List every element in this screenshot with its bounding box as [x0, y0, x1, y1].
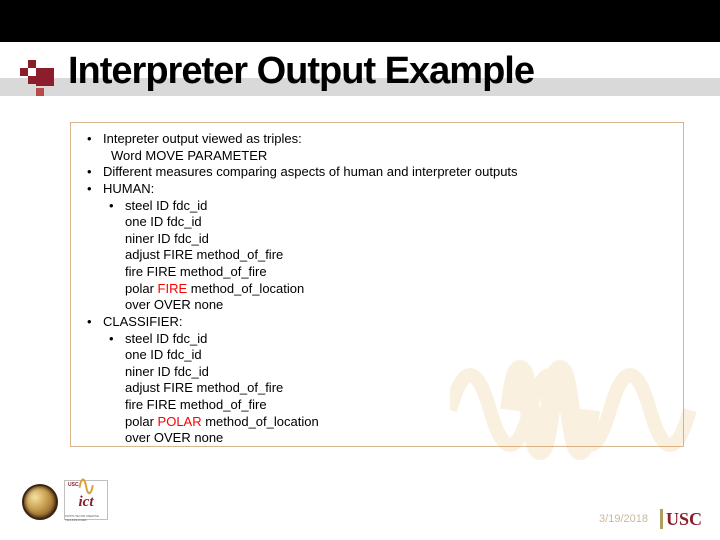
bullet-text: Different measures comparing aspects of …: [103, 164, 518, 179]
highlight-span: POLAR: [158, 414, 202, 429]
bullet-subline: Word MOVE PARAMETER: [81, 148, 673, 165]
ict-logo: USC ∿ ict INSTITUTE FOR CREATIVE TECHNOL…: [64, 480, 108, 520]
bullet-text: steel ID fdc_id: [125, 198, 207, 213]
bullet-item: Different measures comparing aspects of …: [81, 164, 673, 181]
data-line: polar POLAR method_of_location: [81, 414, 673, 431]
data-line: over OVER none: [81, 297, 673, 314]
bullet-text: steel ID fdc_id: [125, 331, 207, 346]
header-area: Interpreter Output Example: [0, 50, 720, 108]
ict-text: ict: [79, 494, 94, 511]
usc-logo: USC: [660, 508, 702, 530]
bullet-text: HUMAN:: [103, 181, 154, 196]
data-line: adjust FIRE method_of_fire: [81, 380, 673, 397]
data-line: fire FIRE method_of_fire: [81, 264, 673, 281]
bullet-item: Intepreter output viewed as triples:: [81, 131, 673, 148]
ict-subtitle: INSTITUTE FOR CREATIVE TECHNOLOGIES: [65, 514, 107, 522]
data-line: niner ID fdc_id: [81, 364, 673, 381]
checker-icon: [20, 60, 56, 96]
bullet-item: CLASSIFIER:: [81, 314, 673, 331]
text-span: polar: [125, 414, 158, 429]
text-span: method_of_location: [202, 414, 319, 429]
sub-bullet-item: steel ID fdc_id: [81, 331, 673, 348]
bullet-list: Intepreter output viewed as triples: Wor…: [81, 131, 673, 447]
highlight-span: FIRE: [158, 281, 188, 296]
footer: 3/19/2018 USC: [599, 508, 702, 530]
top-black-bar: [0, 0, 720, 42]
seal-icon: [22, 484, 58, 520]
bullet-item: HUMAN:: [81, 181, 673, 198]
data-line: one ID fdc_id: [81, 214, 673, 231]
usc-bar-icon: [660, 509, 663, 529]
text-span: polar: [125, 281, 158, 296]
data-line: adjust FIRE method_of_fire: [81, 247, 673, 264]
content-box: Intepreter output viewed as triples: Wor…: [70, 122, 684, 447]
slide-title: Interpreter Output Example: [68, 50, 534, 93]
bullet-text: Intepreter output viewed as triples:: [103, 131, 302, 146]
slide-date: 3/19/2018: [599, 513, 648, 525]
data-line: polar FIRE method_of_location: [81, 281, 673, 298]
data-line: niner ID fdc_id: [81, 231, 673, 248]
left-badges: USC ∿ ict INSTITUTE FOR CREATIVE TECHNOL…: [22, 480, 108, 520]
data-line: fire FIRE method_of_fire: [81, 397, 673, 414]
usc-text: USC: [666, 509, 702, 530]
sub-bullet-item: steel ID fdc_id: [81, 198, 673, 215]
text-span: method_of_location: [187, 281, 304, 296]
data-line: one ID fdc_id: [81, 347, 673, 364]
data-line: over OVER none: [81, 430, 673, 447]
bullet-text: CLASSIFIER:: [103, 314, 182, 329]
